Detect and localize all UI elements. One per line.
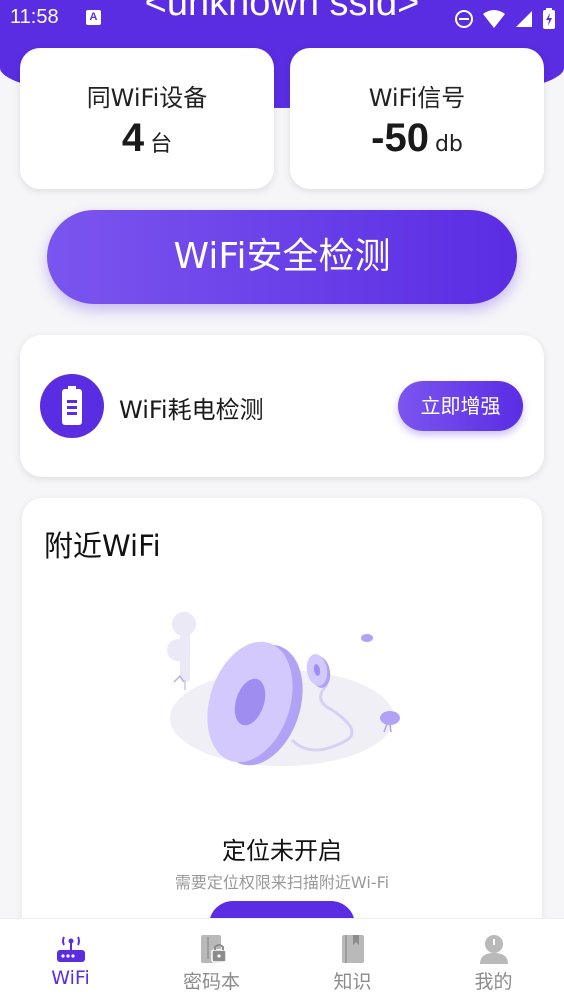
same-wifi-devices-label: 同WiFi设备 [86,84,208,112]
same-wifi-devices-count: 4 [121,116,145,160]
nearby-wifi-title: 附近WiFi [44,529,161,563]
password-book-icon [200,935,227,963]
wifi-signal-value: -50 [371,116,429,160]
wifi-signal-icon [483,10,505,28]
nav-item-password-book[interactable]: 密码本 [141,919,282,1004]
location-off-illustration [167,612,400,766]
bottom-navigation: WiFi 密码本 知识 我的 [0,918,564,1004]
nav-label-password-book: 密码本 [182,971,240,993]
nearby-wifi-card: 附近WiFi 定位未开启 需要定位权限来扫描附近Wi-Fi [22,498,542,938]
wifi-security-check-button[interactable]: WiFi安全检测 [47,210,517,304]
power-check-label: WiFi耗电检测 [119,396,264,424]
nav-item-wifi[interactable]: WiFi [0,919,141,1004]
location-off-subtitle: 需要定位权限来扫描附近Wi-Fi [174,873,390,892]
wifi-signal-label: WiFi信号 [368,84,466,112]
router-icon [56,936,85,962]
book-icon [341,935,364,963]
boost-now-button[interactable]: 立即增强 [398,381,523,431]
nav-item-knowledge[interactable]: 知识 [282,919,423,1004]
same-wifi-devices-unit: 台 [150,132,173,157]
location-off-title: 定位未开启 [222,837,342,865]
power-check-card: WiFi耗电检测 立即增强 [20,335,544,477]
battery-status-icon [543,8,555,29]
nav-label-knowledge: 知识 [333,971,372,993]
status-bar: 11:58 A <unknown ssid> [0,0,564,36]
nav-item-mine[interactable]: 我的 [423,919,564,1004]
wifi-signal-card: WiFi信号 -50 db [290,48,544,189]
nav-label-mine: 我的 [474,971,513,993]
wifi-signal-unit: db [434,132,463,157]
status-icons [454,8,556,30]
battery-icon [40,374,104,438]
nav-label-wifi: WiFi [51,967,90,989]
same-wifi-devices-card: 同WiFi设备 4 台 [20,48,274,189]
do-not-disturb-icon [455,10,473,28]
cell-signal-icon [516,11,532,27]
user-icon [479,935,508,964]
